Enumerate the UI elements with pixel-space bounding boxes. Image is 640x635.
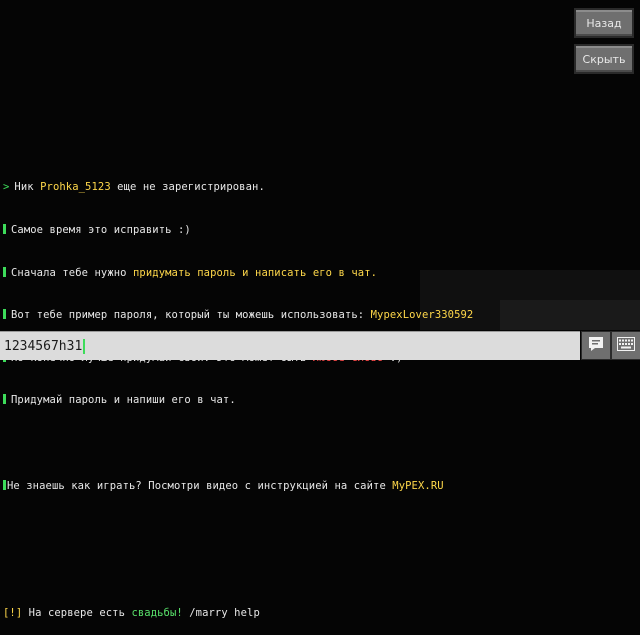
chat-input[interactable]: 1234567h31 <box>0 331 580 360</box>
chat-log: > Ник Prohka_5123 еще не зарегистрирован.… <box>3 152 603 635</box>
chat-line: Самое время это исправить :) <box>3 223 603 237</box>
chat-line: > Ник Prohka_5123 еще не зарегистрирован. <box>3 181 265 194</box>
bar-icon <box>3 266 6 277</box>
chat-arrow-icon: > <box>3 181 10 194</box>
text-caret <box>83 338 86 354</box>
bar-icon <box>3 479 6 490</box>
alert-tag: [!] <box>3 607 23 620</box>
chat-line: Вот тебе пример пароля, который ты можеш… <box>3 308 603 322</box>
keyboard-icon <box>617 336 635 355</box>
hide-button[interactable]: Скрыть <box>574 44 634 74</box>
chat-line: Не знаешь как играть? Посмотри видео с и… <box>3 479 603 493</box>
send-button[interactable] <box>581 331 611 360</box>
back-button[interactable]: Назад <box>574 8 634 38</box>
bar-icon <box>3 224 6 234</box>
player-name: Prohka_5123 <box>40 181 111 194</box>
chat-line: [!] На сервере есть свадьбы! /marry help <box>3 607 260 620</box>
chat-input-value: 1234567h31 <box>4 338 83 354</box>
chat-send-icon <box>588 336 604 356</box>
keyboard-button[interactable] <box>611 331 640 360</box>
site-link: MyPEX.RU <box>392 479 444 492</box>
chat-line: Сначала тебе нужно придумать пароль и на… <box>3 266 603 280</box>
bar-icon <box>3 394 6 405</box>
chat-line: Придумай пароль и напиши его в чат. <box>3 393 603 407</box>
bar-icon <box>3 309 6 320</box>
password-example: MypexLover330592 <box>370 309 474 322</box>
